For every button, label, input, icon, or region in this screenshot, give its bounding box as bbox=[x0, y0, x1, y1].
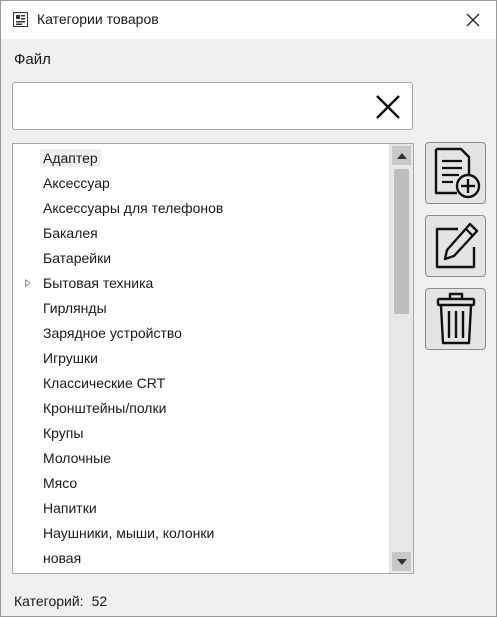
tree-item-label: Молочные bbox=[43, 450, 111, 466]
tree-item-label: Напитки bbox=[43, 500, 97, 516]
arrow-down-icon bbox=[396, 558, 407, 565]
tree-item[interactable]: Молочные bbox=[13, 446, 388, 471]
tree-item[interactable]: Батарейки bbox=[13, 246, 388, 271]
title-bar: Категории товаров bbox=[1, 1, 496, 39]
tree-item-label: Гирлянды bbox=[43, 300, 107, 316]
tree-item-label: Крупы bbox=[43, 425, 84, 441]
clear-search-button[interactable] bbox=[374, 93, 402, 121]
tree-item[interactable]: Бакалея bbox=[13, 221, 388, 246]
tree-item[interactable]: Гирлянды bbox=[13, 296, 388, 321]
expand-arrow-icon[interactable] bbox=[25, 279, 31, 287]
tree-item[interactable]: Напитки bbox=[13, 496, 388, 521]
delete-category-button[interactable] bbox=[425, 288, 486, 350]
add-document-icon bbox=[434, 147, 480, 199]
tree-item[interactable]: Мясо bbox=[13, 471, 388, 496]
tree-item-label: Кронштейны/полки bbox=[43, 400, 167, 416]
menu-file[interactable]: Файл bbox=[14, 51, 51, 68]
app-icon bbox=[13, 12, 28, 27]
window: Категории товаров Файл Адаптер Аксессуар А… bbox=[0, 0, 497, 617]
tree-item[interactable]: Адаптер bbox=[13, 146, 388, 171]
tree-item-label: Адаптер bbox=[40, 149, 101, 167]
window-title: Категории товаров bbox=[37, 11, 159, 27]
tree-item[interactable]: Кронштейны/полки bbox=[13, 396, 388, 421]
tree-item-label: Игрушки bbox=[43, 350, 98, 366]
tree-item-label: Бакалея bbox=[43, 225, 98, 241]
status-bar: Категорий: 52 bbox=[14, 593, 107, 609]
tree-item-label: Зарядное устройство bbox=[43, 325, 182, 341]
tree-item[interactable]: Игрушки bbox=[13, 346, 388, 371]
tree-item[interactable]: Наушники, мыши, колонки bbox=[13, 521, 388, 546]
search-input[interactable] bbox=[21, 91, 365, 123]
arrow-up-icon bbox=[396, 152, 407, 159]
category-count-value: 52 bbox=[91, 593, 108, 609]
tree-item-label: Классические CRT bbox=[43, 375, 166, 391]
search-box bbox=[12, 82, 413, 130]
tree-item-label: Аксессуар bbox=[43, 175, 110, 191]
edit-category-button[interactable] bbox=[425, 215, 486, 277]
tree-item[interactable]: Аксессуары для телефонов bbox=[13, 196, 388, 221]
tree-item[interactable]: Крупы bbox=[13, 421, 388, 446]
tree-item-label: Наушники, мыши, колонки bbox=[43, 525, 215, 541]
menu-bar: Файл bbox=[1, 39, 496, 79]
scroll-up-button[interactable] bbox=[392, 146, 411, 165]
close-button[interactable] bbox=[450, 1, 496, 39]
tree-item-label: Бытовая техника bbox=[43, 275, 154, 291]
tree-item[interactable]: новая bbox=[13, 546, 388, 571]
clear-icon bbox=[376, 95, 400, 119]
scroll-down-button[interactable] bbox=[392, 552, 411, 571]
trash-icon bbox=[436, 292, 475, 345]
category-tree[interactable]: Адаптер Аксессуар Аксессуары для телефонов… bbox=[12, 143, 414, 574]
vertical-scrollbar[interactable] bbox=[389, 144, 413, 573]
add-category-button[interactable] bbox=[425, 142, 486, 204]
tree-item[interactable]: Аксессуар bbox=[13, 171, 388, 196]
tree-item-label: новая bbox=[43, 550, 82, 566]
scroll-thumb[interactable] bbox=[394, 169, 409, 314]
category-count-label: Категорий: bbox=[14, 593, 84, 609]
tree-item-label: Батарейки bbox=[43, 250, 112, 266]
tree-item[interactable]: Классические CRT bbox=[13, 371, 388, 396]
edit-pencil-icon bbox=[435, 222, 478, 269]
tree-item-label: Мясо bbox=[43, 475, 78, 491]
category-list: Адаптер Аксессуар Аксессуары для телефонов… bbox=[13, 146, 388, 571]
tree-item-label: Аксессуары для телефонов bbox=[43, 200, 224, 216]
close-icon bbox=[466, 13, 480, 27]
tree-item[interactable]: Зарядное устройство bbox=[13, 321, 388, 346]
tree-item[interactable]: Бытовая техника bbox=[13, 271, 388, 296]
